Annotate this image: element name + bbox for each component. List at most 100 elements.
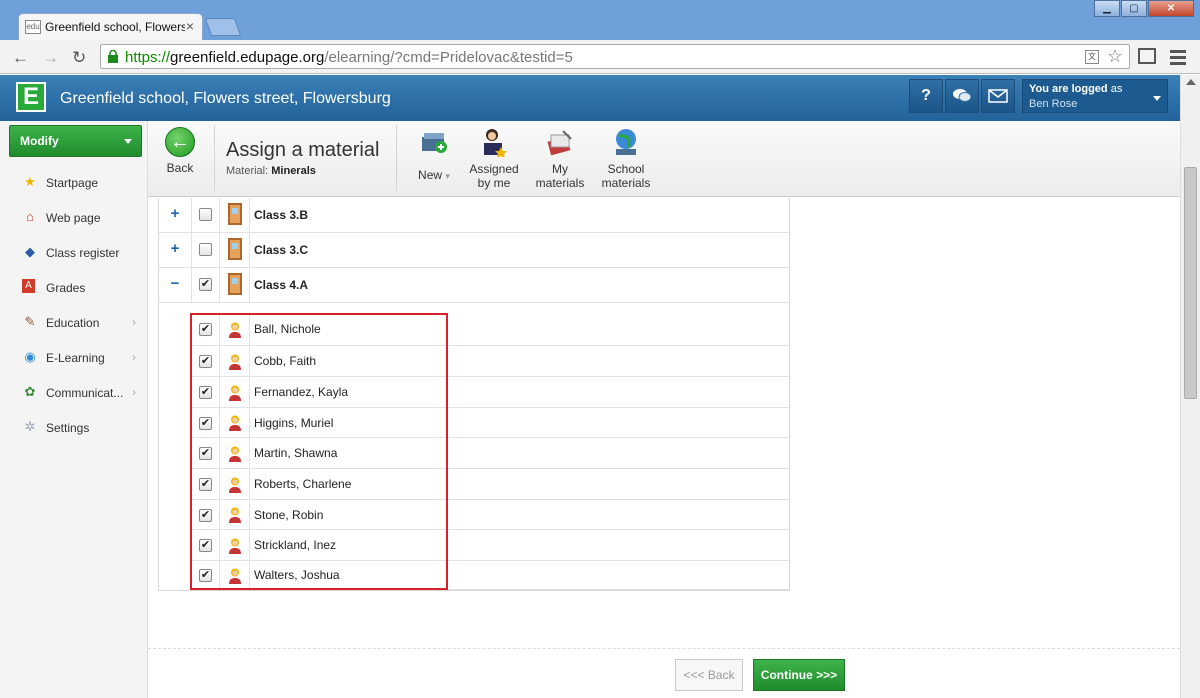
maximize-icon[interactable]: ▢ [1121, 0, 1147, 17]
house-icon: ⌂ [26, 209, 34, 224]
icon-cell [219, 198, 249, 232]
footer-divider [148, 648, 1180, 649]
back-arrow-icon: ← [165, 127, 195, 157]
icon-cell [219, 233, 249, 267]
browser-titlebar: edu Greenfield school, Flowers × ▁ ▢ ✕ [0, 0, 1200, 40]
sidebar-item-label: Startpage [46, 176, 99, 190]
my-materials-button[interactable]: My materials [532, 127, 588, 190]
menu-icon[interactable] [1170, 50, 1186, 66]
sidebar-item-label: Communicat... [46, 386, 124, 400]
sidebar-item-class-register[interactable]: ◆ Class register [0, 235, 148, 270]
page-scrollbar[interactable] [1180, 75, 1200, 698]
footer-back-button[interactable]: <<< Back [675, 659, 743, 691]
class-row[interactable]: + Class 3.C [159, 233, 789, 268]
elearning-icon: ◉ [24, 349, 36, 364]
translate-icon[interactable]: 文 [1085, 50, 1099, 64]
communication-icon: ✿ [24, 384, 36, 399]
modify-label: Modify [20, 134, 59, 148]
school-name: Greenfield school, Flowers street, Flowe… [60, 90, 391, 107]
sidebar-item-startpage[interactable]: ★ Startpage [0, 165, 148, 200]
education-icon: ✎ [24, 314, 36, 329]
chevron-right-icon: › [132, 385, 136, 399]
my-materials-label: My materials [535, 162, 585, 190]
bookmark-star-icon[interactable]: ☆ [1107, 46, 1123, 67]
assigned-label: Assigned by me [469, 162, 519, 190]
toolbar-divider [214, 125, 215, 191]
modify-button[interactable]: Modify [9, 125, 142, 157]
forward-arrow-icon[interactable]: → [42, 48, 59, 68]
scroll-up-icon[interactable] [1186, 79, 1196, 85]
chevron-down-icon [124, 139, 132, 144]
close-tab-icon[interactable]: × [186, 18, 194, 34]
sidebar-item-education[interactable]: ✎ Education › [0, 305, 148, 340]
new-label: New [418, 168, 443, 182]
chat-icon [953, 89, 972, 102]
class-checkbox[interactable] [199, 243, 212, 256]
sidebar-item-label: Education [46, 316, 100, 330]
logged-label: You are logged as [1029, 83, 1123, 95]
page-toolbar: ← Back Assign a material Material: Miner… [148, 121, 1180, 197]
book-icon: ◆ [25, 244, 35, 259]
chevron-right-icon: › [132, 315, 136, 329]
sidebar-item-label: Settings [46, 421, 90, 435]
sidebar: Modify ★ Startpage ⌂ Web page ◆ Class re… [0, 121, 148, 698]
chevron-down-icon: ▾ [445, 171, 450, 181]
help-button[interactable]: ? [909, 79, 943, 113]
star-icon: ★ [24, 174, 36, 189]
classroom-door-icon [228, 203, 242, 225]
back-arrow-icon[interactable]: ← [12, 48, 29, 68]
teacher-icon [484, 129, 507, 158]
edupage-logo[interactable]: E [16, 82, 46, 112]
url-bar[interactable]: https://greenfield.edupage.org/elearning… [100, 44, 1130, 69]
class-checkbox[interactable]: ✔ [199, 278, 212, 291]
sidebar-item-label: Web page [46, 211, 101, 225]
class-checkbox[interactable] [199, 208, 212, 221]
close-window-icon[interactable]: ✕ [1148, 0, 1194, 17]
continue-button[interactable]: Continue >>> [753, 659, 845, 691]
chevron-right-icon: › [132, 350, 136, 364]
chevron-down-icon [1153, 96, 1161, 101]
mail-button[interactable] [981, 79, 1015, 113]
back-label: Back [166, 161, 194, 175]
sidebar-item-label: Grades [46, 281, 86, 295]
assigned-by-me-button[interactable]: Assigned by me [466, 127, 522, 190]
expand-icon[interactable]: + [159, 205, 191, 222]
sidebar-item-web-page[interactable]: ⌂ Web page [0, 200, 148, 235]
back-button[interactable]: ← Back [162, 127, 198, 187]
sidebar-item-communication[interactable]: ✿ Communicat... › [0, 375, 148, 410]
classroom-door-icon [228, 273, 242, 295]
minimize-icon[interactable]: ▁ [1094, 0, 1120, 17]
school-materials-button[interactable]: School materials [596, 127, 656, 190]
indent-gutter [159, 303, 191, 591]
url-text: https://greenfield.edupage.org/elearning… [125, 49, 573, 66]
page-title: Assign a material [226, 139, 380, 161]
collapse-icon[interactable]: − [159, 275, 191, 292]
sidebar-item-label: E-Learning [46, 351, 105, 365]
expand-icon[interactable]: + [159, 240, 191, 257]
sidebar-item-settings[interactable]: ✲ Settings [0, 410, 148, 445]
browser-tab[interactable]: edu Greenfield school, Flowers × [18, 13, 203, 40]
grades-icon: A [22, 279, 35, 293]
sidebar-item-grades[interactable]: A Grades [0, 270, 148, 305]
class-row[interactable]: − ✔ Class 4.A [159, 268, 789, 303]
scrollbar-thumb[interactable] [1184, 167, 1197, 399]
new-tab-button[interactable] [204, 18, 242, 36]
user-menu[interactable]: You are logged as Ben Rose [1022, 79, 1168, 113]
reload-icon[interactable]: ↻ [72, 48, 86, 68]
icon-cell [219, 268, 249, 302]
envelope-icon [988, 89, 1008, 103]
user-name: Ben Rose [1029, 98, 1078, 110]
class-row[interactable]: + Class 3.B [159, 198, 789, 233]
my-materials-icon [547, 130, 572, 156]
checkbox-cell: ✔ [191, 268, 219, 302]
school-materials-label: School materials [601, 162, 651, 190]
class-name: Class 3.B [249, 198, 308, 232]
sidebar-item-e-learning[interactable]: ◉ E-Learning › [0, 340, 148, 375]
new-button[interactable]: New ▾ [410, 127, 458, 183]
app-header: E Greenfield school, Flowers street, Flo… [0, 75, 1180, 121]
chat-button[interactable] [945, 79, 979, 113]
lock-icon [108, 50, 118, 63]
tab-title: Greenfield school, Flowers [45, 20, 185, 34]
fullscreen-icon[interactable] [1138, 48, 1156, 64]
classroom-door-icon [228, 238, 242, 260]
